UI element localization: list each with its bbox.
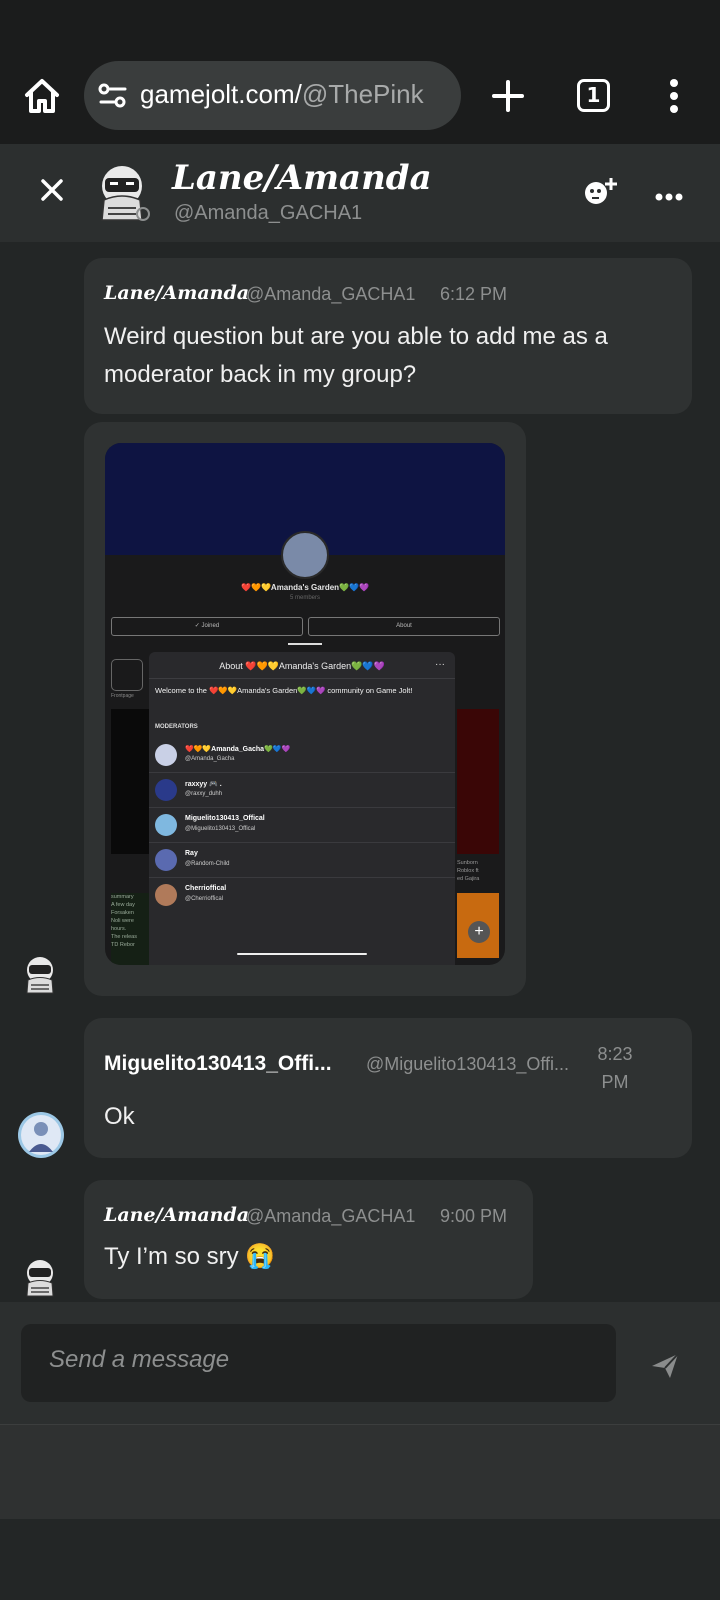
- sheet-title: About ❤️🧡💛Amanda's Garden💚💙💜: [219, 661, 385, 671]
- feed-line: ed Gajira: [457, 876, 480, 882]
- url-text: gamejolt.com/@ThePink: [140, 79, 424, 110]
- site-settings-icon[interactable]: [98, 83, 128, 109]
- moderator-name: raxxyy 🎮 .: [185, 781, 222, 788]
- message-author: Lane/Amanda: [104, 1204, 250, 1226]
- feed-line: Sunborn: [457, 860, 478, 866]
- moderator-handle: @Miguelito130413_Offical: [185, 826, 256, 832]
- plus-icon: +: [468, 921, 490, 943]
- add-friend-icon[interactable]: [584, 176, 618, 206]
- chat-title: Lane/Amanda: [172, 158, 432, 198]
- message-time: 9:00 PM: [440, 1206, 508, 1226]
- send-icon[interactable]: [650, 1352, 680, 1380]
- moderator-handle: @Cherrioffical: [185, 896, 223, 902]
- avatar[interactable]: [18, 1112, 64, 1158]
- attached-screenshot[interactable]: ❤️🧡💛Amanda's Garden💚💙💜 5 members ✓ Joine…: [105, 443, 505, 965]
- more-horiz-icon[interactable]: [655, 186, 683, 201]
- about-button: About: [308, 617, 500, 636]
- about-sheet: About ❤️🧡💛Amanda's Garden💚💙💜 ··· Welcome…: [149, 652, 455, 965]
- tab-count: 1: [586, 83, 601, 107]
- moderator-name: Cherrioffical: [185, 885, 227, 892]
- page-footer: [0, 1424, 720, 1519]
- check-icon: ✓: [194, 623, 202, 629]
- new-tab-icon[interactable]: [490, 78, 526, 114]
- message-input-placeholder: Send a message: [49, 1346, 230, 1373]
- frontpage-label: Frontpage: [111, 693, 134, 699]
- joined-button: ✓ Joined: [111, 617, 303, 636]
- feed-line: A few day: [111, 902, 135, 908]
- moderator-row: raxxyy 🎮 . @raxxy_duhh: [149, 773, 455, 808]
- moderator-name: Ray: [185, 850, 198, 857]
- home-indicator: [237, 953, 367, 955]
- moderator-name: ❤️🧡💛Amanda_Gacha💚💙💜: [185, 746, 291, 753]
- moderator-row: Ray @Random-Child: [149, 843, 455, 878]
- more-vert-icon[interactable]: [668, 78, 680, 114]
- joined-label: Joined: [201, 623, 220, 629]
- message-bubble: Lane/Amanda @Amanda_GACHA1 6:12 PM Weird…: [84, 258, 692, 414]
- sheet-more-icon: ···: [435, 659, 445, 670]
- right-feed-card: [457, 709, 499, 854]
- moderator-row: Cherrioffical @Cherrioffical: [149, 878, 455, 912]
- moderator-row: ❤️🧡💛Amanda_Gacha💚💙💜 @Amanda_Gacha: [149, 738, 455, 773]
- feed-line: The releas: [111, 934, 137, 940]
- moderator-avatar: [155, 849, 177, 871]
- moderator-handle: @Random-Child: [185, 861, 230, 867]
- message-bubble: Lane/Amanda @Amanda_GACHA1 9:00 PM Ty I’…: [84, 1180, 533, 1299]
- feed-line: Forsaken: [111, 910, 134, 916]
- browser-toolbar: gamejolt.com/@ThePink 1: [0, 0, 720, 144]
- moderator-row: Miguelito130413_Offical @Miguelito130413…: [149, 808, 455, 843]
- frontpage-tile: [111, 659, 143, 691]
- feed-line: TD Rebor: [111, 942, 135, 948]
- feed-line: hours.: [111, 926, 127, 932]
- right-feed-text: Sunborn Roblox ft ed Gajira: [457, 859, 499, 883]
- moderator-avatar: [155, 814, 177, 836]
- message-author: Lane/Amanda: [104, 282, 250, 304]
- tab-switcher-icon[interactable]: 1: [577, 79, 610, 112]
- address-bar[interactable]: gamejolt.com/@ThePink: [84, 61, 461, 130]
- moderator-handle: @raxxy_duhh: [185, 791, 223, 797]
- feed-line: Noli were: [111, 918, 134, 924]
- url-host: gamejolt.com/: [140, 79, 302, 109]
- home-icon[interactable]: [22, 76, 62, 116]
- message-time: 8:23 PM: [597, 1044, 633, 1092]
- message-input[interactable]: Send a message: [21, 1324, 616, 1402]
- message-author: Miguelito130413_Offi...: [104, 1052, 332, 1075]
- welcome-text: Welcome to the ❤️🧡💛Amanda's Garden💚💙💜 co…: [155, 686, 413, 695]
- moderators-heading: MODERATORS: [155, 724, 198, 730]
- feed-line: Roblox ft: [457, 868, 479, 874]
- feed-line: summary: [111, 894, 134, 900]
- avatar[interactable]: [22, 955, 58, 995]
- moderator-avatar: [155, 884, 177, 906]
- chat-header: Lane/Amanda @Amanda_GACHA1: [0, 144, 720, 242]
- message-handle: @Miguelito130413_Offi...: [366, 1054, 570, 1074]
- group-members: 5 members: [289, 595, 320, 601]
- close-icon[interactable]: [40, 178, 64, 202]
- message-handle: @Amanda_GACHA1: [246, 284, 416, 304]
- message-text: Ty I’m so sry 😭: [104, 1243, 276, 1270]
- divider: [149, 678, 455, 679]
- message-text: Weird question but are you able to add m…: [104, 323, 608, 388]
- message-bubble: Miguelito130413_Offi... @Miguelito130413…: [84, 1018, 692, 1158]
- avatar[interactable]: [22, 1258, 58, 1298]
- message-text: Ok: [104, 1103, 135, 1130]
- group-title: ❤️🧡💛Amanda's Garden💚💙💜: [241, 583, 369, 592]
- moderator-avatar: [155, 779, 177, 801]
- url-path: @ThePink: [301, 79, 424, 109]
- left-feed-text: summary A few day Forsaken Noli were hou…: [111, 893, 151, 965]
- group-avatar: [281, 531, 329, 579]
- moderator-avatar: [155, 744, 177, 766]
- left-feed-card: [111, 709, 151, 854]
- moderator-name: Miguelito130413_Offical: [185, 815, 265, 822]
- avatar[interactable]: [96, 164, 150, 224]
- chat-handle: @Amanda_GACHA1: [174, 202, 363, 224]
- message-time: 6:12 PM: [440, 284, 508, 304]
- drag-handle: [288, 643, 322, 645]
- message-handle: @Amanda_GACHA1: [246, 1206, 416, 1226]
- moderator-handle: @Amanda_Gacha: [185, 756, 235, 762]
